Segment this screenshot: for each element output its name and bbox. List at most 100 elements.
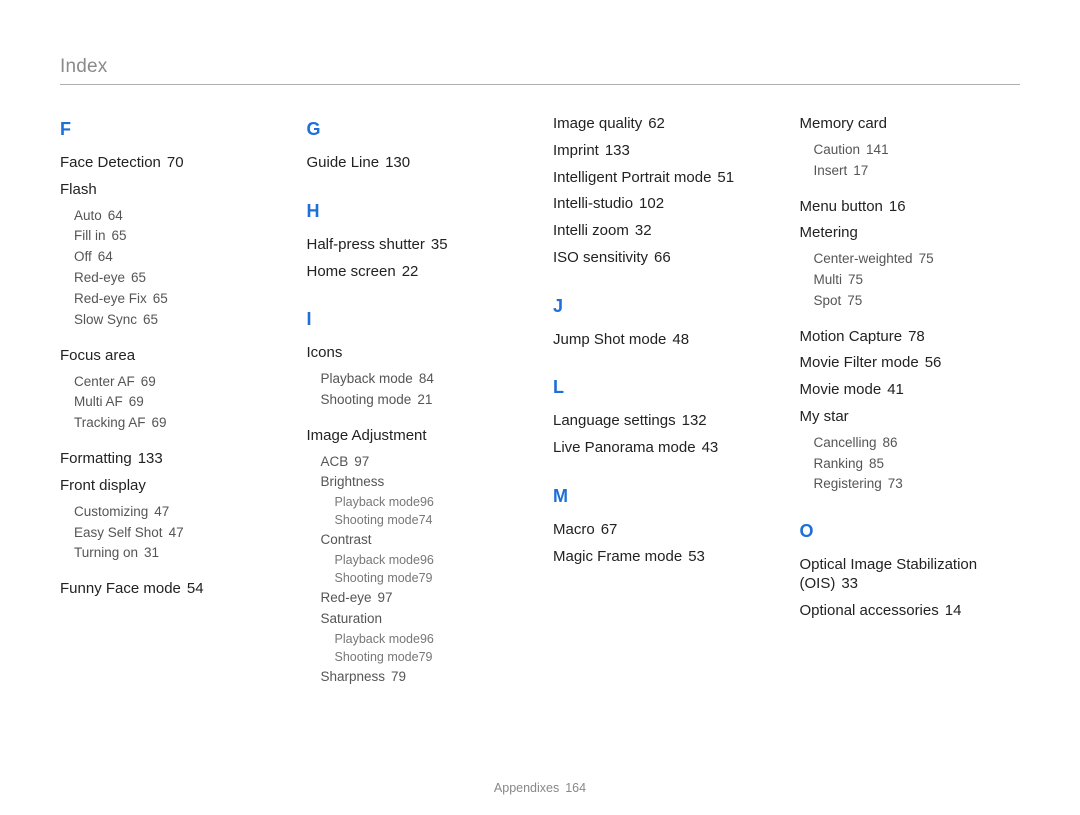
entry-my-star[interactable]: My star [800,408,1021,427]
sub-page: 75 [847,293,862,308]
entry-intelligent-portrait[interactable]: Intelligent Portrait mode51 [553,169,774,188]
entry-imprint[interactable]: Imprint133 [553,142,774,161]
sub-entry-saturation[interactable]: Saturation [321,611,528,628]
entry-page: 133 [138,450,163,467]
entry-intelli-studio[interactable]: Intelli-studio 102 [553,195,774,214]
sub-entry-slow-sync[interactable]: Slow Sync65 [74,312,281,329]
sub-entry-insert[interactable]: Insert17 [814,163,1021,180]
entry-page: 102 [639,195,664,212]
sub-label: Auto [74,208,102,223]
entry-accessories[interactable]: Optional accessories14 [800,602,1021,621]
sub-label: Brightness [321,474,385,489]
entry-formatting[interactable]: Formatting133 [60,450,281,469]
subsub-entry-playback[interactable]: Playback mode96 [335,495,528,510]
entry-page: 133 [605,142,630,159]
sub-entry-tracking-af[interactable]: Tracking AF69 [74,415,281,432]
entry-movie-filter[interactable]: Movie Filter mode56 [800,354,1021,373]
sub-entry-red-eye-fix[interactable]: Red-eye Fix65 [74,291,281,308]
sub-entry-spot[interactable]: Spot75 [814,293,1021,310]
entry-magic-frame[interactable]: Magic Frame mode53 [553,548,774,567]
entry-funny-face[interactable]: Funny Face mode54 [60,580,281,599]
entry-face-detection[interactable]: Face Detection70 [60,154,281,173]
sub-label: Center AF [74,374,135,389]
entry-page: 14 [945,602,962,619]
entry-macro[interactable]: Macro67 [553,521,774,540]
entry-label: Face Detection [60,154,161,171]
sub-entry-acb[interactable]: ACB97 [321,454,528,471]
subsub-list: Playback mode96 Shooting mode74 [335,495,528,528]
sub-page: 64 [108,208,123,223]
entry-jump-shot[interactable]: Jump Shot mode48 [553,331,774,350]
sub-entry-ranking[interactable]: Ranking85 [814,456,1021,473]
subsub-list: Playback mode96 Shooting mode79 [335,632,528,665]
entry-home-screen[interactable]: Home screen22 [307,263,528,282]
entry-icons[interactable]: Icons [307,344,528,363]
subsub-label: Playback mode [335,553,420,567]
sub-entry-center-af[interactable]: Center AF69 [74,374,281,391]
sub-entry-shooting[interactable]: Shooting mode21 [321,392,528,409]
entry-focus-area[interactable]: Focus area [60,347,281,366]
entry-iso[interactable]: ISO sensitivity66 [553,249,774,268]
sub-label: Saturation [321,611,383,626]
sub-entry-red-eye[interactable]: Red-eye97 [321,590,528,607]
entry-label: Intelli-studio [553,195,633,212]
sub-label: Turning on [74,545,138,560]
sub-entry-sharpness[interactable]: Sharpness79 [321,669,528,686]
sub-entry-turning-on[interactable]: Turning on31 [74,545,281,562]
divider [60,84,1020,85]
subsub-entry-shooting[interactable]: Shooting mode74 [335,513,528,528]
sub-entry-playback[interactable]: Playback mode84 [321,371,528,388]
entry-image-adjustment[interactable]: Image Adjustment [307,427,528,446]
subsub-entry-playback[interactable]: Playback mode96 [335,632,528,647]
section-letter-G: G [307,119,528,140]
sub-entry-off[interactable]: Off64 [74,249,281,266]
entry-motion-capture[interactable]: Motion Capture78 [800,328,1021,347]
sub-entry-multi[interactable]: Multi75 [814,272,1021,289]
sub-entry-contrast[interactable]: Contrast [321,532,528,549]
sub-entry-customizing[interactable]: Customizing47 [74,504,281,521]
entry-label: My star [800,408,849,425]
sub-entry-red-eye[interactable]: Red-eye65 [74,270,281,287]
sub-list: Auto 64 Fill in65 Off64 Red-eye65 Red-eye… [74,208,281,329]
entry-half-press[interactable]: Half-press shutter35 [307,236,528,255]
sub-page: 65 [131,270,146,285]
sub-entry-brightness[interactable]: Brightness [321,474,528,491]
entry-front-display[interactable]: Front display [60,477,281,496]
sub-entry-multi-af[interactable]: Multi AF69 [74,394,281,411]
entry-image-quality[interactable]: Image quality62 [553,115,774,134]
entry-live-panorama[interactable]: Live Panorama mode43 [553,439,774,458]
entry-label: Image quality [553,115,642,132]
sub-entry-caution[interactable]: Caution141 [814,142,1021,159]
sub-list: Cancelling86 Ranking85 Registering73 [814,435,1021,494]
sub-label: Sharpness [321,669,386,684]
entry-page: 35 [431,236,448,253]
entry-guide-line[interactable]: Guide Line130 [307,154,528,173]
subsub-entry-shooting[interactable]: Shooting mode79 [335,650,528,665]
subsub-entry-shooting[interactable]: Shooting mode79 [335,571,528,586]
sub-entry-cancelling[interactable]: Cancelling86 [814,435,1021,452]
entry-menu-button[interactable]: Menu button16 [800,198,1021,217]
entry-metering[interactable]: Metering [800,224,1021,243]
section-letter-J: J [553,296,774,317]
entry-flash[interactable]: Flash [60,181,281,200]
entry-intelli-zoom[interactable]: Intelli zoom32 [553,222,774,241]
subsub-label: Playback mode [335,495,420,509]
sub-label: Center-weighted [814,251,913,266]
entry-memory-card[interactable]: Memory card [800,115,1021,134]
sub-page: 21 [417,392,432,407]
sub-entry-fill-in[interactable]: Fill in65 [74,228,281,245]
sub-entry-registering[interactable]: Registering73 [814,476,1021,493]
sub-label: Playback mode [321,371,413,386]
entry-label: Flash [60,181,97,198]
sub-entry-easy-self-shot[interactable]: Easy Self Shot47 [74,525,281,542]
sub-entry-center-weighted[interactable]: Center-weighted75 [814,251,1021,268]
sub-label: Tracking AF [74,415,146,430]
sub-entry-auto[interactable]: Auto 64 [74,208,281,225]
entry-language[interactable]: Language settings132 [553,412,774,431]
subsub-page: 79 [419,571,433,585]
sub-label: Multi AF [74,394,123,409]
entry-movie-mode[interactable]: Movie mode41 [800,381,1021,400]
sub-page: 86 [883,435,898,450]
subsub-entry-playback[interactable]: Playback mode96 [335,553,528,568]
entry-ois[interactable]: Optical Image Stabilization (OIS)33 [800,556,1021,594]
